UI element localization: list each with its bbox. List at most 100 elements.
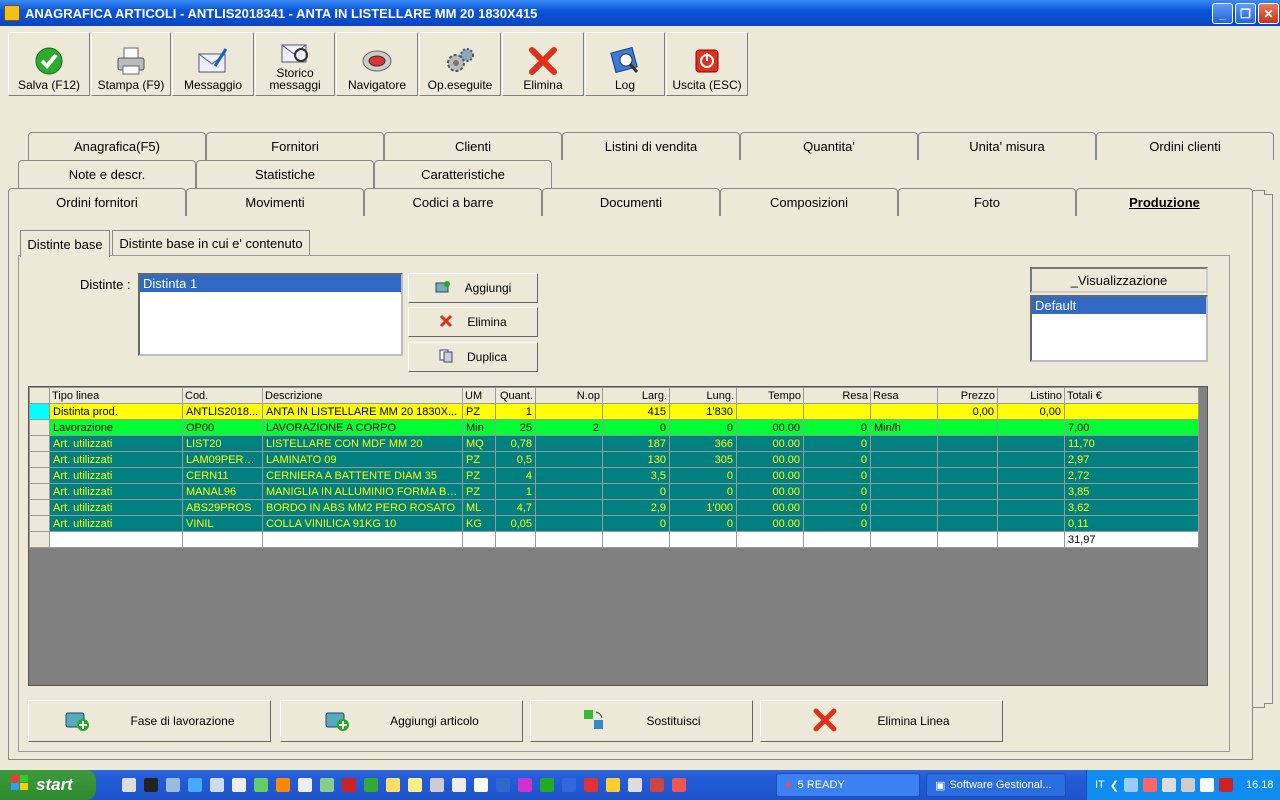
table-cell[interactable]: 31,97 [1064, 531, 1199, 548]
delete-button[interactable]: Elimina [502, 32, 584, 96]
table-cell[interactable]: 0 [602, 419, 670, 436]
row-indicator[interactable] [29, 499, 50, 516]
table-cell[interactable]: ABS29PROS [182, 499, 263, 516]
table-cell[interactable] [937, 499, 998, 516]
quicklaunch-icon[interactable] [540, 778, 554, 792]
column-header[interactable]: N.op [535, 387, 603, 404]
table-cell[interactable] [535, 483, 603, 500]
table-cell[interactable] [937, 435, 998, 452]
table-row[interactable]: Art. utilizzati CERN11 CERNIERA A BATTENTE… [29, 467, 1199, 484]
table-cell[interactable]: 7,00 [1064, 419, 1199, 436]
table-cell[interactable] [937, 451, 998, 468]
table-cell[interactable] [535, 531, 603, 548]
tray-icon[interactable] [1219, 778, 1233, 792]
row-indicator[interactable] [29, 515, 50, 532]
tray-icon[interactable] [1143, 778, 1157, 792]
table-cell[interactable]: 0 [669, 467, 737, 484]
table-cell[interactable] [669, 531, 737, 548]
table-cell[interactable]: COLLA VINILICA 91KG 10 [262, 515, 463, 532]
table-cell[interactable]: Art. utilizzati [49, 435, 183, 452]
table-cell[interactable]: 0 [669, 419, 737, 436]
table-row[interactable]: Lavorazione OP00 LAVORAZIONE A CORPO Min 25 2… [29, 419, 1199, 436]
table-cell[interactable] [870, 403, 938, 420]
add-item-button[interactable]: Aggiungi articolo [280, 700, 523, 742]
table-cell[interactable]: LAM09PERR... [182, 451, 263, 468]
table-row[interactable]: Distinta prod. ANTLIS2018... ANTA IN LISTE… [29, 403, 1199, 420]
column-header[interactable]: Lung. [669, 387, 737, 404]
table-cell[interactable]: 00.00 [736, 451, 804, 468]
quicklaunch-icon[interactable] [408, 778, 422, 792]
quicklaunch-icon[interactable] [342, 778, 356, 792]
table-cell[interactable] [997, 435, 1065, 452]
subtab-distinte-contenuto[interactable]: Distinte base in cui e' contenuto [112, 230, 310, 256]
tab-ordini-clienti[interactable]: Ordini clienti [1096, 132, 1274, 160]
close-button[interactable]: ✕ [1258, 3, 1279, 24]
table-cell[interactable]: PZ [462, 483, 496, 500]
table-cell[interactable]: Lavorazione [49, 419, 183, 436]
table-cell[interactable]: 0 [803, 419, 871, 436]
print-button[interactable]: Stampa (F9) [91, 32, 171, 96]
table-cell[interactable] [870, 467, 938, 484]
row-indicator[interactable] [29, 483, 50, 500]
table-cell[interactable]: 0,00 [937, 403, 998, 420]
table-cell[interactable] [736, 403, 804, 420]
column-header[interactable]: Resa [803, 387, 871, 404]
table-cell[interactable] [870, 451, 938, 468]
table-cell[interactable] [182, 531, 263, 548]
table-row[interactable]: 31,97 [29, 531, 1199, 548]
row-indicator[interactable] [29, 451, 50, 468]
taskbar-software-task[interactable]: ▣ Software Gestional... [926, 773, 1066, 797]
table-cell[interactable] [535, 435, 603, 452]
table-cell[interactable]: 0 [803, 515, 871, 532]
table-cell[interactable]: LAVORAZIONE A CORPO [262, 419, 463, 436]
delete-line-button[interactable]: Elimina Linea [760, 700, 1003, 742]
quicklaunch-icon[interactable] [452, 778, 466, 792]
exit-button[interactable]: Uscita (ESC) [666, 32, 748, 96]
quicklaunch-icon[interactable] [144, 778, 158, 792]
table-cell[interactable]: LISTELLARE CON MDF MM 20 [262, 435, 463, 452]
tab-quantita[interactable]: Quantita' [740, 132, 918, 160]
table-cell[interactable] [462, 531, 496, 548]
table-cell[interactable]: 00.00 [736, 435, 804, 452]
table-cell[interactable]: 2,72 [1064, 467, 1199, 484]
table-cell[interactable]: 415 [602, 403, 670, 420]
table-cell[interactable]: LAMINATO 09 [262, 451, 463, 468]
table-cell[interactable]: KG [462, 515, 496, 532]
table-cell[interactable] [870, 515, 938, 532]
table-cell[interactable]: 0 [602, 515, 670, 532]
table-cell[interactable] [803, 531, 871, 548]
table-cell[interactable]: 305 [669, 451, 737, 468]
quicklaunch-icon[interactable] [276, 778, 290, 792]
tab-anagrafica[interactable]: Anagrafica(F5) [28, 132, 206, 160]
add-distinta-button[interactable]: Aggiungi [408, 273, 538, 303]
log-button[interactable]: Log [585, 32, 665, 96]
quicklaunch-icon[interactable] [430, 778, 444, 792]
table-cell[interactable] [937, 531, 998, 548]
subtab-distinte-base[interactable]: Distinte base [20, 230, 110, 257]
table-cell[interactable] [937, 467, 998, 484]
table-cell[interactable] [736, 531, 804, 548]
table-cell[interactable]: 2,9 [602, 499, 670, 516]
table-row[interactable]: Art. utilizzati ABS29PROS BORDO IN ABS MM2… [29, 499, 1199, 516]
table-cell[interactable]: Art. utilizzati [49, 451, 183, 468]
quicklaunch-icon[interactable] [364, 778, 378, 792]
column-header[interactable]: Descrizione [262, 387, 463, 404]
table-cell[interactable]: Distinta prod. [49, 403, 183, 420]
save-button[interactable]: Salva (F12) [8, 32, 90, 96]
table-cell[interactable]: Min [462, 419, 496, 436]
table-cell[interactable]: 0 [602, 483, 670, 500]
quicklaunch-icon[interactable] [320, 778, 334, 792]
table-cell[interactable] [535, 403, 603, 420]
table-cell[interactable]: CERN11 [182, 467, 263, 484]
row-indicator[interactable] [29, 403, 50, 420]
column-header[interactable]: Quant. [495, 387, 536, 404]
table-cell[interactable] [997, 451, 1065, 468]
column-header[interactable]: Tipo linea [49, 387, 183, 404]
tray-icon[interactable] [1162, 778, 1176, 792]
table-cell[interactable]: ML [462, 499, 496, 516]
table-cell[interactable] [997, 499, 1065, 516]
table-cell[interactable]: 0 [669, 515, 737, 532]
tray-icon[interactable] [1181, 778, 1195, 792]
table-cell[interactable]: 3,85 [1064, 483, 1199, 500]
table-cell[interactable] [535, 499, 603, 516]
